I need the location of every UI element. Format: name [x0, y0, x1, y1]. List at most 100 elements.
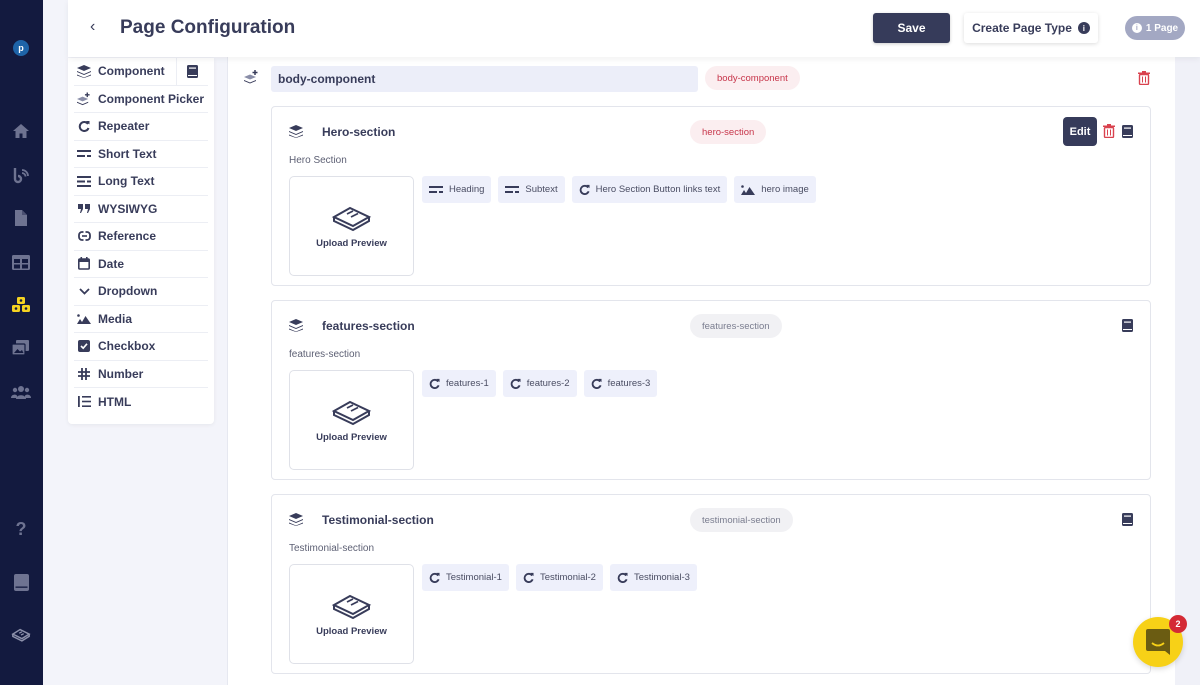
field-chip[interactable]: features-1	[422, 370, 496, 397]
field-type-reference[interactable]: Reference	[74, 223, 208, 251]
cubes-icon	[12, 297, 30, 312]
page-title: Page Configuration	[120, 17, 296, 38]
upload-preview-label: Upload Preview	[316, 431, 387, 443]
app-rail: p ?	[0, 0, 43, 685]
upload-preview-icon	[331, 206, 371, 231]
hash-icon	[77, 367, 91, 380]
field-type-media[interactable]: Media	[74, 306, 208, 333]
book-icon	[1122, 319, 1133, 332]
field-type-short-text[interactable]: Short Text	[74, 141, 208, 168]
section-docs-button[interactable]	[1122, 125, 1133, 143]
field-chips: features-1 features-2 features-3	[422, 370, 658, 397]
section-card: features-section features-section featur…	[271, 300, 1151, 480]
rail-home[interactable]	[11, 121, 31, 141]
field-chip[interactable]: Subtext	[498, 176, 565, 203]
repeat-icon	[429, 378, 440, 389]
field-type-date[interactable]: Date	[74, 251, 208, 278]
rail-activity[interactable]	[11, 165, 31, 185]
calendar-icon	[77, 257, 91, 271]
field-chip-label: Testimonial-1	[446, 572, 502, 583]
section-tag: testimonial-section	[690, 508, 793, 532]
section-docs-button[interactable]	[1122, 319, 1133, 337]
field-chip-label: features-3	[607, 378, 651, 389]
section-name: Testimonial-section	[322, 513, 434, 527]
body-component-name-input[interactable]	[271, 66, 698, 92]
create-page-type-button[interactable]: Create Page Type i	[964, 13, 1098, 43]
checkbox-icon	[77, 340, 91, 353]
upload-preview-button[interactable]: Upload Preview	[289, 176, 414, 276]
delete-body-component-button[interactable]	[1138, 71, 1150, 90]
field-type-checkbox[interactable]: Checkbox	[74, 333, 208, 361]
docs-button[interactable]	[176, 58, 208, 85]
layers-icon	[289, 319, 303, 337]
upload-preview-button[interactable]: Upload Preview	[289, 370, 414, 470]
field-type-html[interactable]: HTML	[74, 388, 208, 416]
user-avatar[interactable]: p	[13, 40, 29, 56]
chat-widget-button[interactable]: 2	[1133, 615, 1187, 667]
upload-preview-label: Upload Preview	[316, 237, 387, 249]
field-chip[interactable]: Testimonial-1	[422, 564, 509, 591]
field-type-repeater[interactable]: Repeater	[74, 113, 208, 141]
section-description: features-section	[289, 349, 361, 360]
field-chip[interactable]: Testimonial-3	[609, 564, 697, 591]
rail-components[interactable]	[11, 295, 31, 315]
rail-logo[interactable]	[11, 625, 31, 645]
short-text-icon	[77, 149, 91, 158]
field-type-label: Dropdown	[98, 284, 158, 299]
field-chip[interactable]: Heading	[422, 176, 492, 203]
field-chip-label: Heading	[449, 184, 485, 195]
delete-section-button[interactable]	[1103, 124, 1115, 143]
rail-docs[interactable]	[11, 572, 31, 592]
field-type-component-picker[interactable]: Component Picker	[74, 86, 208, 113]
upload-preview-button[interactable]: Upload Preview	[289, 564, 414, 664]
field-type-dropdown[interactable]: Dropdown	[74, 278, 208, 306]
section-docs-button[interactable]	[1122, 513, 1133, 531]
edit-section-button[interactable]: Edit	[1063, 117, 1097, 146]
repeat-icon	[523, 572, 534, 583]
field-type-long-text[interactable]: Long Text	[74, 168, 208, 196]
chat-icon	[1146, 629, 1170, 655]
field-chip-label: hero image	[761, 184, 809, 195]
section-description: Hero Section	[289, 155, 347, 166]
save-label: Save	[897, 21, 926, 35]
section-name: Hero-section	[322, 125, 396, 139]
field-chip-label: features-2	[526, 378, 570, 389]
layers-icon	[289, 513, 303, 531]
table-icon	[12, 254, 30, 270]
field-type-wysiwyg[interactable]: WYSIWYG	[74, 196, 208, 223]
field-chip[interactable]: hero image	[734, 176, 816, 203]
rail-users[interactable]	[11, 382, 31, 402]
field-type-label: Short Text	[98, 146, 157, 161]
field-chip[interactable]: Hero Section Button links text	[571, 176, 728, 203]
field-chip[interactable]: features-3	[583, 370, 658, 397]
trash-icon	[1103, 124, 1115, 139]
section-tag: features-section	[690, 314, 782, 338]
book-icon	[187, 64, 198, 78]
repeat-icon	[579, 184, 590, 195]
page-header: ‹ Page Configuration Save Create Page Ty…	[68, 0, 1200, 57]
save-button[interactable]: Save	[873, 13, 950, 43]
rail-layout[interactable]	[11, 252, 31, 272]
field-chip[interactable]: features-2	[502, 370, 577, 397]
book-icon	[13, 573, 29, 591]
field-type-label: WYSIWYG	[98, 201, 158, 216]
field-type-component[interactable]: Component	[74, 58, 208, 86]
rail-media[interactable]	[11, 338, 31, 358]
rail-pages[interactable]	[11, 208, 31, 228]
upload-preview-icon	[331, 594, 371, 619]
back-button[interactable]: ‹	[90, 18, 95, 36]
field-type-label: Checkbox	[98, 339, 156, 354]
field-type-number[interactable]: Number	[74, 361, 208, 388]
rail-help[interactable]: ?	[11, 519, 31, 539]
info-icon: i	[1077, 22, 1090, 34]
section-tag: hero-section	[690, 120, 767, 144]
list-icon	[77, 396, 91, 408]
right-gutter	[1175, 57, 1200, 685]
repeat-icon	[591, 378, 602, 389]
home-icon	[13, 124, 29, 138]
page-count-badge[interactable]: i 1 Page	[1125, 16, 1185, 40]
section-card: Hero-section hero-section Edit Hero Sect…	[271, 106, 1151, 286]
field-chip[interactable]: Testimonial-2	[515, 564, 603, 591]
field-type-label: Long Text	[98, 174, 155, 189]
book-icon	[1122, 125, 1133, 138]
